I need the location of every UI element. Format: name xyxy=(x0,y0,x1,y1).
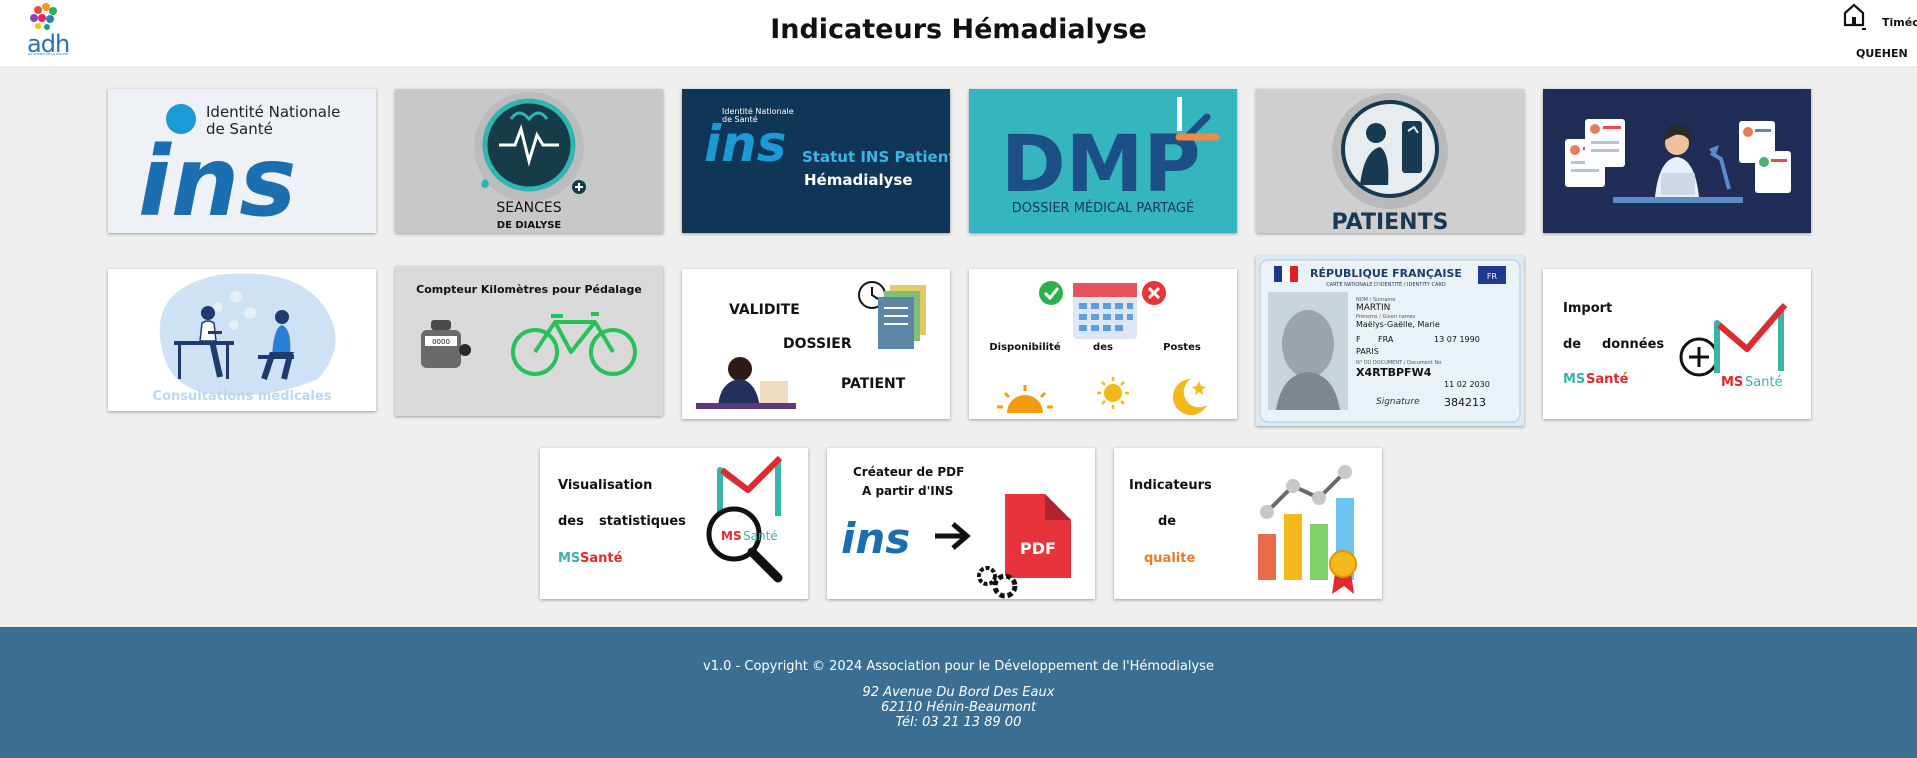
cni-nom: MARTIN xyxy=(1356,303,1390,313)
visu-sante: Santé xyxy=(580,551,623,566)
import-logo-ms: MS xyxy=(1721,375,1743,390)
footer-phone: Tél: 03 21 13 89 00 xyxy=(895,715,1022,730)
statut-ins-logo: ins xyxy=(704,115,787,173)
tile-carte-identite[interactable]: RÉPUBLIQUE FRANÇAISE CARTE NATIONALE D'I… xyxy=(1256,256,1524,426)
tile-indicateurs-qualite[interactable]: Indicateurs de qualite xyxy=(1114,448,1382,599)
cni-code: 384213 xyxy=(1444,396,1486,409)
tile-patients[interactable]: PATIENTS xyxy=(1256,89,1524,233)
cni-prenom: Maëlys-Gaëlle, Marie xyxy=(1356,320,1440,329)
tile-createur-pdf[interactable]: Créateur de PDF A partir d'INS ins PDF xyxy=(827,448,1095,599)
footer-copyright: v1.0 - Copyright © 2024 Association pour… xyxy=(703,659,1214,674)
import-word2: de xyxy=(1563,337,1581,352)
home-icon[interactable] xyxy=(1842,2,1869,36)
seances-title: SEANCES xyxy=(496,200,561,216)
tile-validite-dossier-patient[interactable]: VALIDITE DOSSIER PATIENT xyxy=(682,269,950,419)
qualite-word1: Indicateurs xyxy=(1129,478,1212,493)
footer-address-city: 62110 Hénin-Beaumont xyxy=(880,700,1037,715)
qualite-word2: de xyxy=(1158,514,1176,529)
compteur-title: Compteur Kilomètres pour Pédalage xyxy=(416,283,642,296)
footer-address: 92 Avenue Du Bord Des Eaux 62110 Hénin-B… xyxy=(0,685,1917,730)
tile-dmp[interactable]: DMP DOSSIER MÉDICAL PARTAGÉ xyxy=(969,89,1237,233)
visu-logo-ms: MS xyxy=(721,529,742,543)
visu-logo-sante: Santé xyxy=(743,529,778,543)
visu-word2: des xyxy=(558,514,584,529)
tile-consultations-medicales[interactable]: Consultations médicales xyxy=(108,269,376,411)
footer-address-street: 92 Avenue Du Bord Des Eaux xyxy=(862,685,1055,700)
validite-word2: DOSSIER xyxy=(783,336,852,352)
tile-statut-ins-patient[interactable]: Identité Nationale de Santé ins Statut I… xyxy=(682,89,950,233)
pdf-file-label: PDF xyxy=(1020,539,1056,558)
cni-sexe: F xyxy=(1356,335,1361,344)
validite-word1: VALIDITE xyxy=(729,302,800,318)
qualite-word3: qualite xyxy=(1144,551,1195,566)
patients-caption: PATIENTS xyxy=(1332,210,1449,233)
user-last-name: QUEHEN xyxy=(1856,47,1908,60)
adh-logo-subtitle: AU CENTRE DE LA DIALYSE xyxy=(28,52,69,56)
cni-subheader: CARTE NATIONALE D'IDENTITÉ / IDENTITY CA… xyxy=(1326,280,1446,288)
cni-date-naissance: 13 07 1990 xyxy=(1434,335,1480,344)
tile-patient-records[interactable] xyxy=(1543,89,1811,233)
cni-header: RÉPUBLIQUE FRANÇAISE xyxy=(1310,267,1462,280)
cni-eu-code: FR xyxy=(1487,272,1498,281)
tile-grid: Identité Nationale de Santé ins SEANCES … xyxy=(0,66,1917,627)
user-area: Timéo QUEHEN xyxy=(1827,0,1917,66)
import-ms: MS xyxy=(1563,372,1585,387)
cni-signature: Signature xyxy=(1376,397,1420,407)
dmp-caption: DOSSIER MÉDICAL PARTAGÉ xyxy=(1012,200,1194,216)
dispo-word1: Disponibilité xyxy=(989,341,1060,353)
cni-lieu: PARIS xyxy=(1356,347,1379,356)
page-title: Indicateurs Hémadialyse xyxy=(770,14,1147,45)
tile-compteur-kilometres[interactable]: Compteur Kilomètres pour Pédalage 0000 xyxy=(395,266,663,416)
cni-doc-number: X4RTBPFW4 xyxy=(1356,366,1432,379)
ins-title-line1: Identité Nationale xyxy=(206,103,340,121)
footer: v1.0 - Copyright © 2024 Association pour… xyxy=(0,627,1917,758)
tile-visualisation-statistiques[interactable]: Visualisation des statistiques MS Santé … xyxy=(540,448,808,599)
seances-subtitle: DE DIALYSE xyxy=(497,220,562,231)
tile-seances-de-dialyse[interactable]: SEANCES DE DIALYSE xyxy=(395,89,663,233)
statut-title: Statut INS Patient xyxy=(802,148,950,166)
validite-word3: PATIENT xyxy=(841,376,906,392)
header-bar: adh AU CENTRE DE LA DIALYSE Indicateurs … xyxy=(0,0,1917,66)
consultations-caption: Consultations médicales xyxy=(153,389,332,404)
dmp-logo: DMP xyxy=(1001,120,1201,210)
visu-word3: statistiques xyxy=(599,514,686,529)
visu-ms: MS xyxy=(558,551,580,566)
import-logo-sante: Santé xyxy=(1745,375,1783,390)
tile-identite-nationale-sante[interactable]: Identité Nationale de Santé ins xyxy=(108,89,376,233)
cni-nationalite: FRA xyxy=(1378,335,1394,344)
cni-expiry: 11 02 2030 xyxy=(1444,380,1490,389)
pdf-title-line2: A partir d'INS xyxy=(862,484,953,498)
tile-import-donnees[interactable]: Import de données MS Santé MS Santé xyxy=(1543,269,1811,419)
ins-logo: ins xyxy=(138,126,296,233)
dispo-word3: Postes xyxy=(1163,342,1201,353)
user-first-name: Timéo xyxy=(1882,16,1917,29)
dispo-word2: des xyxy=(1093,342,1113,353)
cni-prenom-label: Prénoms / Given names xyxy=(1356,313,1416,320)
visu-word1: Visualisation xyxy=(558,478,652,493)
tile-disponibilite-postes[interactable]: Disponibilité des Postes xyxy=(969,269,1237,419)
import-word3: données xyxy=(1602,337,1664,352)
statut-subtitle: Hémadialyse xyxy=(804,171,913,189)
import-word1: Import xyxy=(1563,301,1612,316)
import-sante: Santé xyxy=(1586,372,1629,387)
pdf-ins-logo: ins xyxy=(841,514,910,563)
pdf-title-line1: Créateur de PDF xyxy=(853,465,964,479)
compteur-counter-digits: 0000 xyxy=(432,338,450,346)
